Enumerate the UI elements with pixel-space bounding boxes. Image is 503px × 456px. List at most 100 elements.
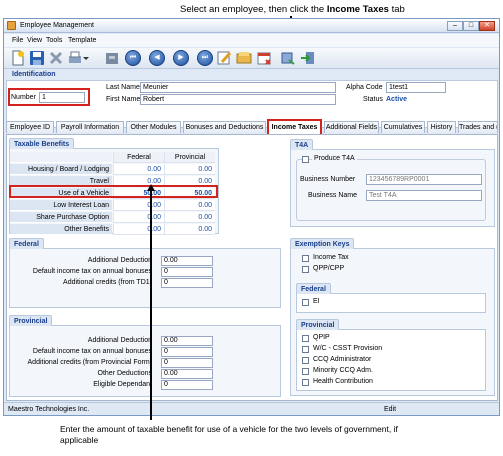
status-label: Status [363, 96, 383, 103]
health-contribution-checkbox[interactable] [302, 379, 309, 386]
prov-additional-deduction-label: Additional Deduction [87, 337, 152, 344]
qpp-cpp-checkbox[interactable] [302, 266, 309, 273]
close-button[interactable]: ✕ [479, 21, 495, 31]
menu-bar: File View Tools Template [4, 34, 499, 47]
wc-csst-label: W/C - CSST Provision [313, 345, 383, 352]
provincial-cell[interactable]: 0.00 [164, 224, 215, 235]
menu-template[interactable]: Template [68, 37, 96, 44]
fed-default-bonus-tax-field[interactable]: 0 [161, 267, 213, 277]
provincial-cell[interactable]: 0.00 [164, 212, 215, 223]
prov-eligible-dependant-field[interactable]: 0 [161, 380, 213, 390]
archive-icon[interactable] [104, 50, 120, 66]
table-row: Share Purchase Option 0.00 0.00 [10, 212, 215, 223]
save-icon[interactable] [29, 50, 45, 66]
tab-additional-fields[interactable]: Additional Fields [324, 121, 379, 133]
last-name-field[interactable]: Meunier [140, 82, 336, 93]
tab-other-modules[interactable]: Other Modules [126, 121, 181, 133]
annotation-bottom: Enter the amount of taxable benefit for … [60, 424, 398, 445]
provincial-cell[interactable]: 0.00 [164, 200, 215, 211]
notes-icon[interactable] [236, 50, 252, 66]
tab-payroll-information[interactable]: Payroll Information [56, 121, 124, 133]
edit-icon[interactable] [216, 50, 232, 66]
federal-cell[interactable]: 0.00 [113, 212, 164, 223]
status-bar: Maestro Technologies Inc. Edit [4, 402, 499, 415]
identification-title: Identification [8, 70, 60, 80]
federal-cell[interactable]: 0.00 [113, 164, 164, 175]
row-label: Share Purchase Option [10, 212, 112, 223]
fed-additional-deduction-field[interactable]: 0.00 [161, 256, 213, 266]
use-of-vehicle-highlight [9, 185, 218, 198]
grid-header: Federal Provincial [10, 152, 215, 163]
delete-icon[interactable] [48, 50, 64, 66]
new-icon[interactable] [10, 50, 26, 66]
tab-income-taxes[interactable]: Income Taxes [267, 119, 322, 134]
exemption-federal-group [296, 293, 486, 313]
prov-default-bonus-tax-label: Default income tax on annual bonuses [32, 348, 152, 355]
transfer-icon[interactable] [280, 50, 296, 66]
last-icon[interactable]: ⏭ [197, 50, 213, 66]
federal-cell[interactable]: 0.00 [113, 224, 164, 235]
minimize-button[interactable]: – [447, 21, 463, 31]
taxable-benefits-title: Taxable Benefits [9, 138, 75, 149]
exit-icon[interactable] [300, 50, 316, 66]
fed-additional-credits-label: Additional credits (from TD1) [63, 279, 152, 286]
business-name-label: Business Name [308, 192, 358, 199]
minority-ccq-label: Minority CCQ Adm. [313, 367, 373, 374]
tab-cumulatives[interactable]: Cumulatives [381, 121, 425, 133]
tab-bonuses-and-deductions[interactable]: Bonuses and Deductions [183, 121, 266, 133]
federal-title: Federal [9, 238, 44, 249]
annotation-arrow-bottom [150, 190, 152, 420]
prov-eligible-dependant-label: Eligible Dependant [93, 381, 152, 388]
previous-icon[interactable]: ◀ [149, 50, 165, 66]
annotation-arrow-bottom-head [147, 184, 155, 191]
annotation-top: Select an employee, then click the Incom… [180, 4, 405, 15]
app-icon [7, 21, 16, 30]
prov-additional-deduction-field[interactable]: 0.00 [161, 336, 213, 346]
tab-employee-id[interactable]: Employee ID [6, 121, 54, 133]
employee-management-window: Employee Management – □ ✕ File View Tool… [3, 18, 500, 416]
ei-checkbox[interactable] [302, 299, 309, 306]
federal-cell[interactable]: 0.00 [113, 200, 164, 211]
wc-csst-checkbox[interactable] [302, 346, 309, 353]
toolbar: ⏮ ◀ ▶ ⏭ [4, 48, 499, 69]
row-label: Low Interest Loan [10, 200, 112, 211]
title-bar: Employee Management – □ ✕ [4, 19, 499, 33]
prov-additional-credits-field[interactable]: 0 [161, 358, 213, 368]
provincial-cell[interactable]: 0.00 [164, 164, 215, 175]
exemption-provincial-title: Provincial [296, 319, 340, 330]
prov-other-deductions-field[interactable]: 0.00 [161, 369, 213, 379]
menu-file[interactable]: File [12, 37, 23, 44]
business-name-field[interactable]: Test T4A [366, 190, 482, 201]
produce-t4a-checkbox[interactable] [302, 156, 309, 163]
table-row: Housing / Board / Lodging 0.00 0.00 [10, 164, 215, 175]
exemption-keys-title: Exemption Keys [290, 238, 355, 249]
number-highlight [8, 88, 90, 106]
annotation-top-suffix: tab [388, 4, 405, 15]
qpp-cpp-label: QPP/CPP [313, 265, 345, 272]
health-contribution-label: Health Contribution [313, 378, 373, 385]
first-name-field[interactable]: Robert [140, 94, 336, 105]
row-label: Housing / Board / Lodging [10, 164, 112, 175]
maximize-button[interactable]: □ [463, 21, 479, 31]
next-icon[interactable]: ▶ [173, 50, 189, 66]
business-number-label: Business Number [300, 176, 356, 183]
prov-default-bonus-tax-field[interactable]: 0 [161, 347, 213, 357]
minority-ccq-checkbox[interactable] [302, 368, 309, 375]
prov-other-deductions-label: Other Deductions [97, 370, 152, 377]
tab-history[interactable]: History [427, 121, 456, 133]
business-number-field[interactable]: 123456789RP0001 [366, 174, 482, 185]
tab-row: Employee ID Payroll Information Other Mo… [6, 119, 498, 134]
tab-trades[interactable]: Trades and ( [458, 121, 498, 133]
print-icon[interactable] [67, 50, 89, 66]
fed-additional-credits-field[interactable]: 0 [161, 278, 213, 288]
income-tax-checkbox[interactable] [302, 255, 309, 262]
menu-view[interactable]: View [27, 37, 42, 44]
first-icon[interactable]: ⏮ [125, 50, 141, 66]
alpha-code-field[interactable]: 1test1 [386, 82, 446, 93]
calendar-icon[interactable] [256, 50, 272, 66]
qpip-checkbox[interactable] [302, 335, 309, 342]
menu-tools[interactable]: Tools [46, 37, 62, 44]
ccq-admin-checkbox[interactable] [302, 357, 309, 364]
exemption-federal-title: Federal [296, 283, 331, 294]
fed-default-bonus-tax-label: Default income tax on annual bonuses [32, 268, 152, 275]
